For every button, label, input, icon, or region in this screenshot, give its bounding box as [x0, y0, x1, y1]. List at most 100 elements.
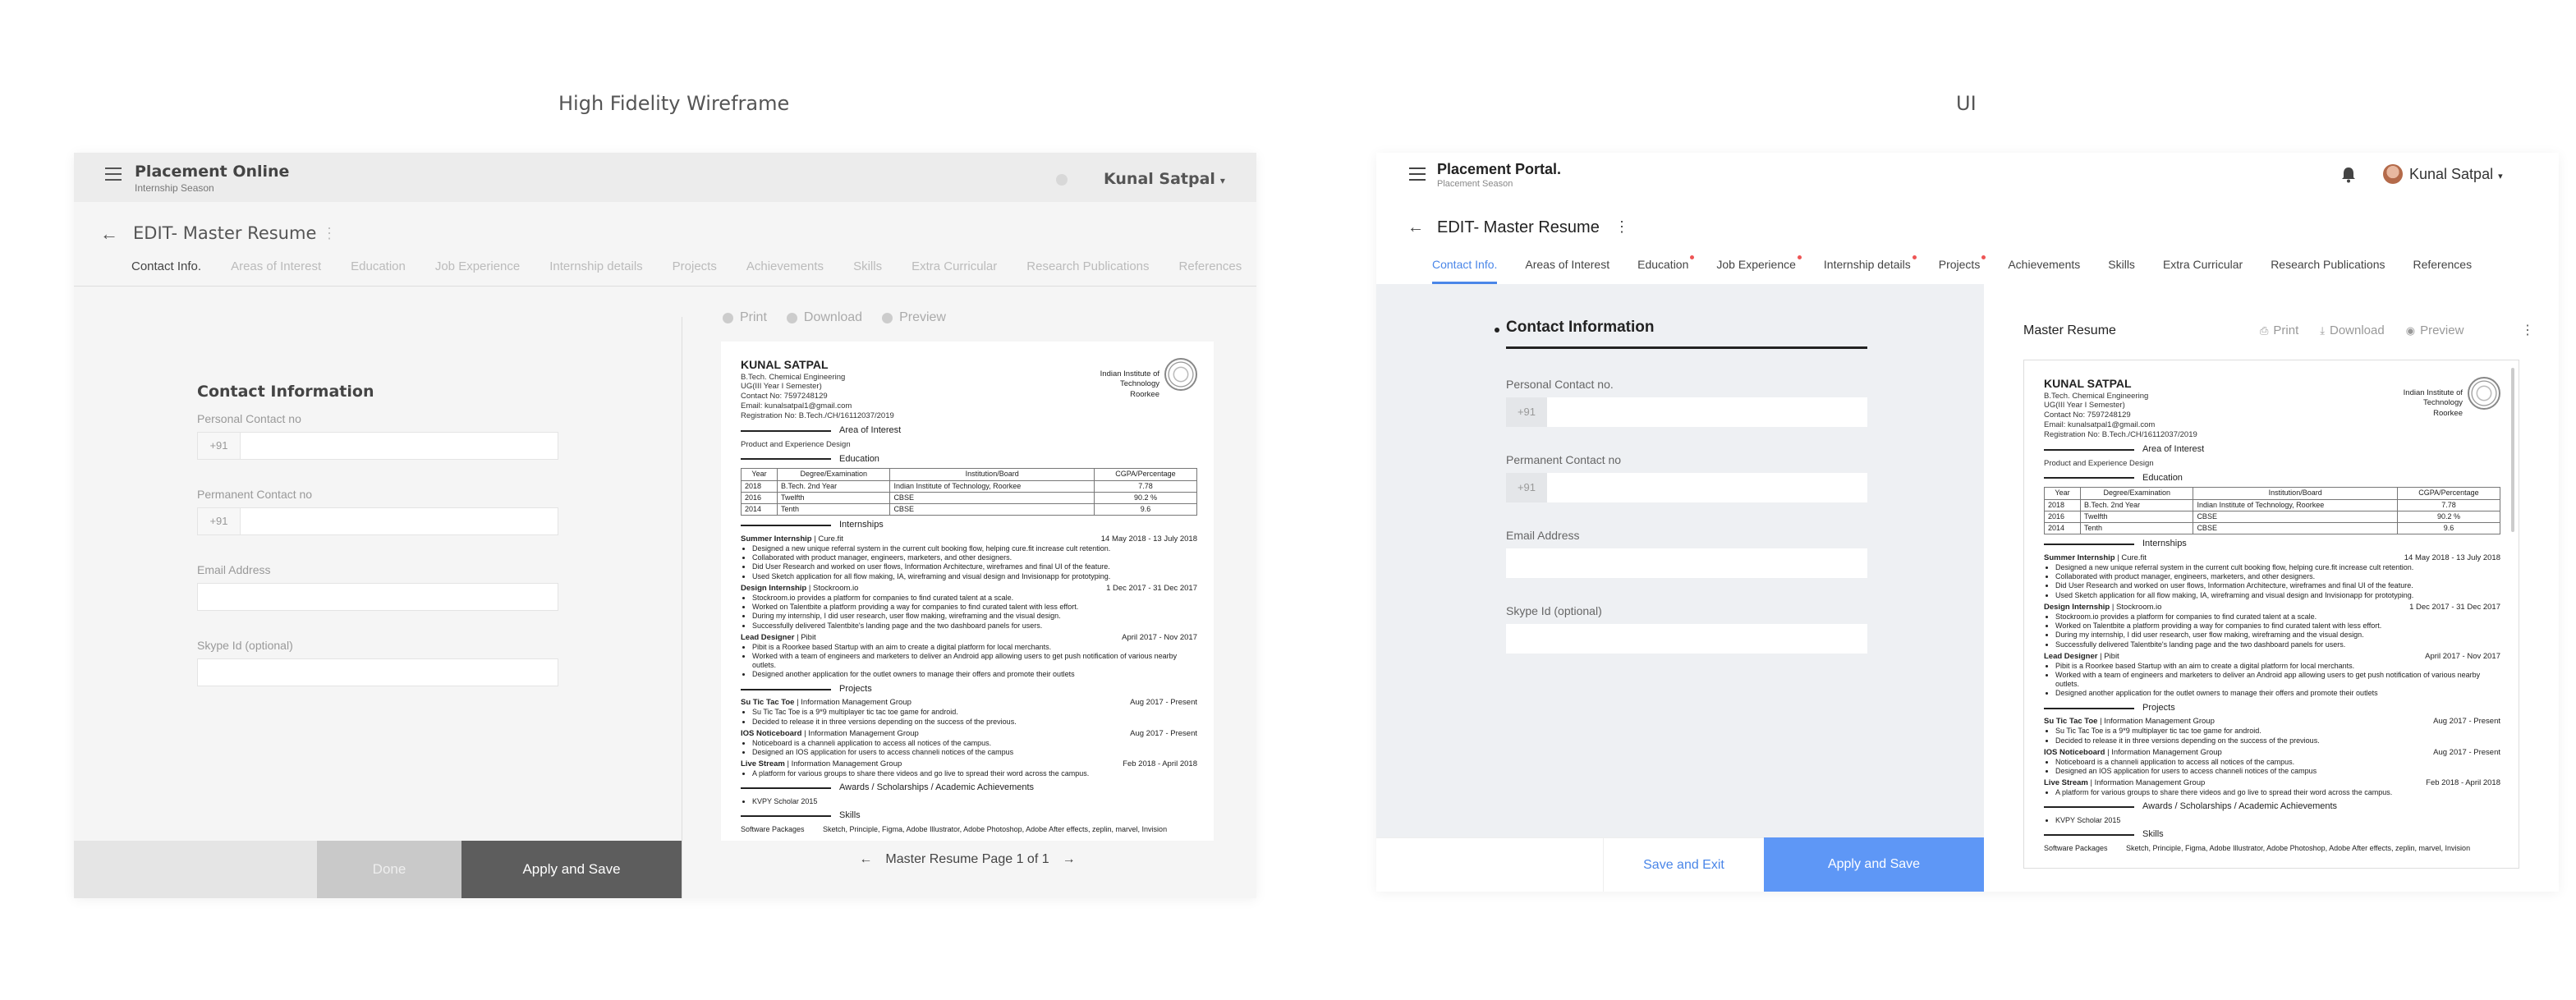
tab-extra-curricular[interactable]: Extra Curricular	[2163, 258, 2243, 284]
tab-projects[interactable]: Projects	[673, 259, 717, 289]
menu-icon[interactable]	[105, 167, 122, 181]
tab-internship-details[interactable]: Internship details	[549, 259, 642, 289]
user-menu[interactable]: Kunal Satpal ▾	[2409, 166, 2503, 183]
print-label: Print	[740, 310, 767, 324]
page-title: EDIT- Master Resume	[133, 223, 317, 243]
tab-areas-of-interest[interactable]: Areas of Interest	[231, 259, 321, 289]
email-input[interactable]	[1506, 548, 1867, 578]
resume-preview[interactable]: Indian Institute of Technology Roorkee K…	[721, 342, 1214, 841]
personal-contact-input[interactable]: +91	[197, 432, 558, 460]
prev-page-icon[interactable]: ←	[859, 852, 872, 866]
back-arrow-icon[interactable]: ←	[100, 223, 118, 245]
app-name: Placement Online	[135, 163, 290, 181]
entry-bullet: Su Tic Tac Toe is a 9*9 multiplayer tic …	[2055, 727, 2500, 736]
internships-list: Summer Internship | Cure.fit 14 May 2018 …	[741, 534, 1197, 680]
tab-research-publications[interactable]: Research Publications	[1026, 259, 1149, 289]
section-heading: Education	[741, 454, 1197, 466]
tab-projects[interactable]: Projects	[1939, 255, 1986, 284]
preview-more-icon[interactable]: ⋮	[2521, 322, 2534, 338]
institute-logo	[2468, 377, 2500, 410]
resume-entry: Su Tic Tac Toe | Information Management …	[741, 698, 1197, 708]
download-button[interactable]: Download	[786, 310, 862, 325]
save-exit-button[interactable]: Save and Exit	[1603, 837, 1764, 892]
resume-entry: Live Stream | Information Management Gro…	[2044, 778, 2500, 788]
more-options-icon[interactable]: ⋮	[322, 225, 337, 242]
download-icon: ⤓	[2320, 323, 2325, 337]
print-button[interactable]: Print	[723, 310, 767, 325]
institute-logo	[1164, 358, 1197, 391]
country-code: +91	[1506, 473, 1547, 502]
award-item: KVPY Scholar 2015	[2055, 816, 2500, 825]
tab-references[interactable]: References	[2413, 258, 2472, 284]
done-button[interactable]: Done	[317, 841, 461, 898]
next-page-icon[interactable]: →	[1063, 852, 1076, 866]
permanent-contact-label: Permanent Contact no	[197, 488, 313, 501]
resume-document: Indian Institute of Technology Roorkee K…	[740, 358, 1198, 834]
user-menu[interactable]: Kunal Satpal ▾	[1104, 170, 1225, 188]
page-title: EDIT- Master Resume	[1437, 218, 1600, 236]
resume-entry: IOS Noticeboard | Information Management…	[2044, 747, 2500, 757]
entry-bullet: Noticeboard is a channeli application to…	[752, 739, 1197, 748]
eye-icon: ◉	[2405, 323, 2416, 337]
resume-entry: Design Internship | Stockroom.io 1 Dec 20…	[2044, 602, 2500, 612]
tab-internship-details[interactable]: Internship details	[1824, 255, 1917, 284]
tab-research-publications[interactable]: Research Publications	[2271, 258, 2385, 284]
tab-achievements[interactable]: Achievements	[2008, 258, 2080, 284]
tab-contact-info[interactable]: Contact Info.	[131, 259, 202, 289]
active-section-dot	[1495, 328, 1499, 333]
section-heading: Projects	[741, 684, 1197, 695]
preview-button[interactable]: ◉ Preview	[2406, 323, 2464, 337]
download-label: Download	[2330, 323, 2385, 337]
resume-preview[interactable]: Indian Institute of Technology Roorkee K…	[2023, 360, 2519, 869]
tab-skills[interactable]: Skills	[853, 259, 882, 289]
personal-contact-input[interactable]: +91	[1506, 397, 1867, 427]
bell-icon[interactable]	[2340, 166, 2357, 184]
print-label: Print	[2273, 323, 2299, 337]
tab-education[interactable]: Education	[1637, 255, 1695, 284]
more-options-icon[interactable]: ⋮	[1614, 218, 1629, 236]
tab-references[interactable]: References	[1179, 259, 1242, 289]
tab-job-experience[interactable]: Job Experience	[1716, 255, 1802, 284]
back-arrow-icon[interactable]: ←	[1407, 218, 1424, 237]
tab-areas-of-interest[interactable]: Areas of Interest	[1525, 258, 1609, 284]
skype-input[interactable]	[197, 658, 558, 686]
personal-contact-label: Personal Contact no.	[1506, 378, 1614, 391]
tab-education[interactable]: Education	[351, 259, 406, 289]
award-item: KVPY Scholar 2015	[752, 797, 1197, 806]
preview-button[interactable]: Preview	[882, 310, 946, 325]
entry-bullet: Pibit is a Roorkee based Startup with an…	[752, 643, 1197, 652]
tab-achievements[interactable]: Achievements	[746, 259, 824, 289]
apply-save-button[interactable]: Apply and Save	[1764, 837, 1984, 892]
preview-scrollbar[interactable]	[2511, 368, 2514, 532]
menu-icon[interactable]	[1409, 167, 1426, 181]
apply-save-button[interactable]: Apply and Save	[461, 841, 682, 898]
notification-icon[interactable]	[1056, 174, 1068, 186]
resume-entry: Summer Internship | Cure.fit 14 May 2018 …	[2044, 553, 2500, 562]
tab-skills[interactable]: Skills	[2108, 258, 2135, 284]
skype-input[interactable]	[1506, 624, 1867, 654]
area-text: Product and Experience Design	[741, 439, 851, 449]
tab-extra-curricular[interactable]: Extra Curricular	[911, 259, 997, 289]
section-tabs: Contact Info. Areas of Interest Education J…	[1432, 255, 2500, 284]
download-button[interactable]: ⤓ Download	[2320, 323, 2384, 337]
tab-job-experience[interactable]: Job Experience	[435, 259, 520, 289]
email-label: Email Address	[197, 563, 271, 576]
app-subtitle: Internship Season	[135, 182, 214, 194]
resume-detail: Registration No: B.Tech./CH/16112037/201…	[2044, 430, 2197, 439]
entry-bullet: Su Tic Tac Toe is a 9*9 multiplayer tic …	[752, 708, 1197, 717]
entry-bullet: Designed a new unique referral system in…	[752, 544, 1197, 553]
entry-bullet: Designed a new unique referral system in…	[2055, 563, 2500, 572]
ui-panel: Placement Portal. Placement Season Kunal…	[1376, 153, 2559, 892]
permanent-contact-input[interactable]: +91	[1506, 473, 1867, 502]
print-button[interactable]: ⎙ Print	[2260, 323, 2298, 337]
preview-icon	[882, 312, 893, 323]
form-title-underline	[1506, 346, 1867, 349]
preview-actions: Print Download Preview	[723, 310, 966, 325]
email-input[interactable]	[197, 583, 558, 611]
institute-line: Roorkee	[1130, 389, 1159, 399]
entry-bullet: Did User Research and worked on user flo…	[2055, 581, 2500, 590]
preview-actions: ⎙ Print ⤓ Download ◉ Preview	[2260, 323, 2485, 337]
tab-contact-info[interactable]: Contact Info.	[1432, 258, 1498, 284]
avatar[interactable]	[2383, 164, 2403, 184]
permanent-contact-input[interactable]: +91	[197, 507, 558, 535]
